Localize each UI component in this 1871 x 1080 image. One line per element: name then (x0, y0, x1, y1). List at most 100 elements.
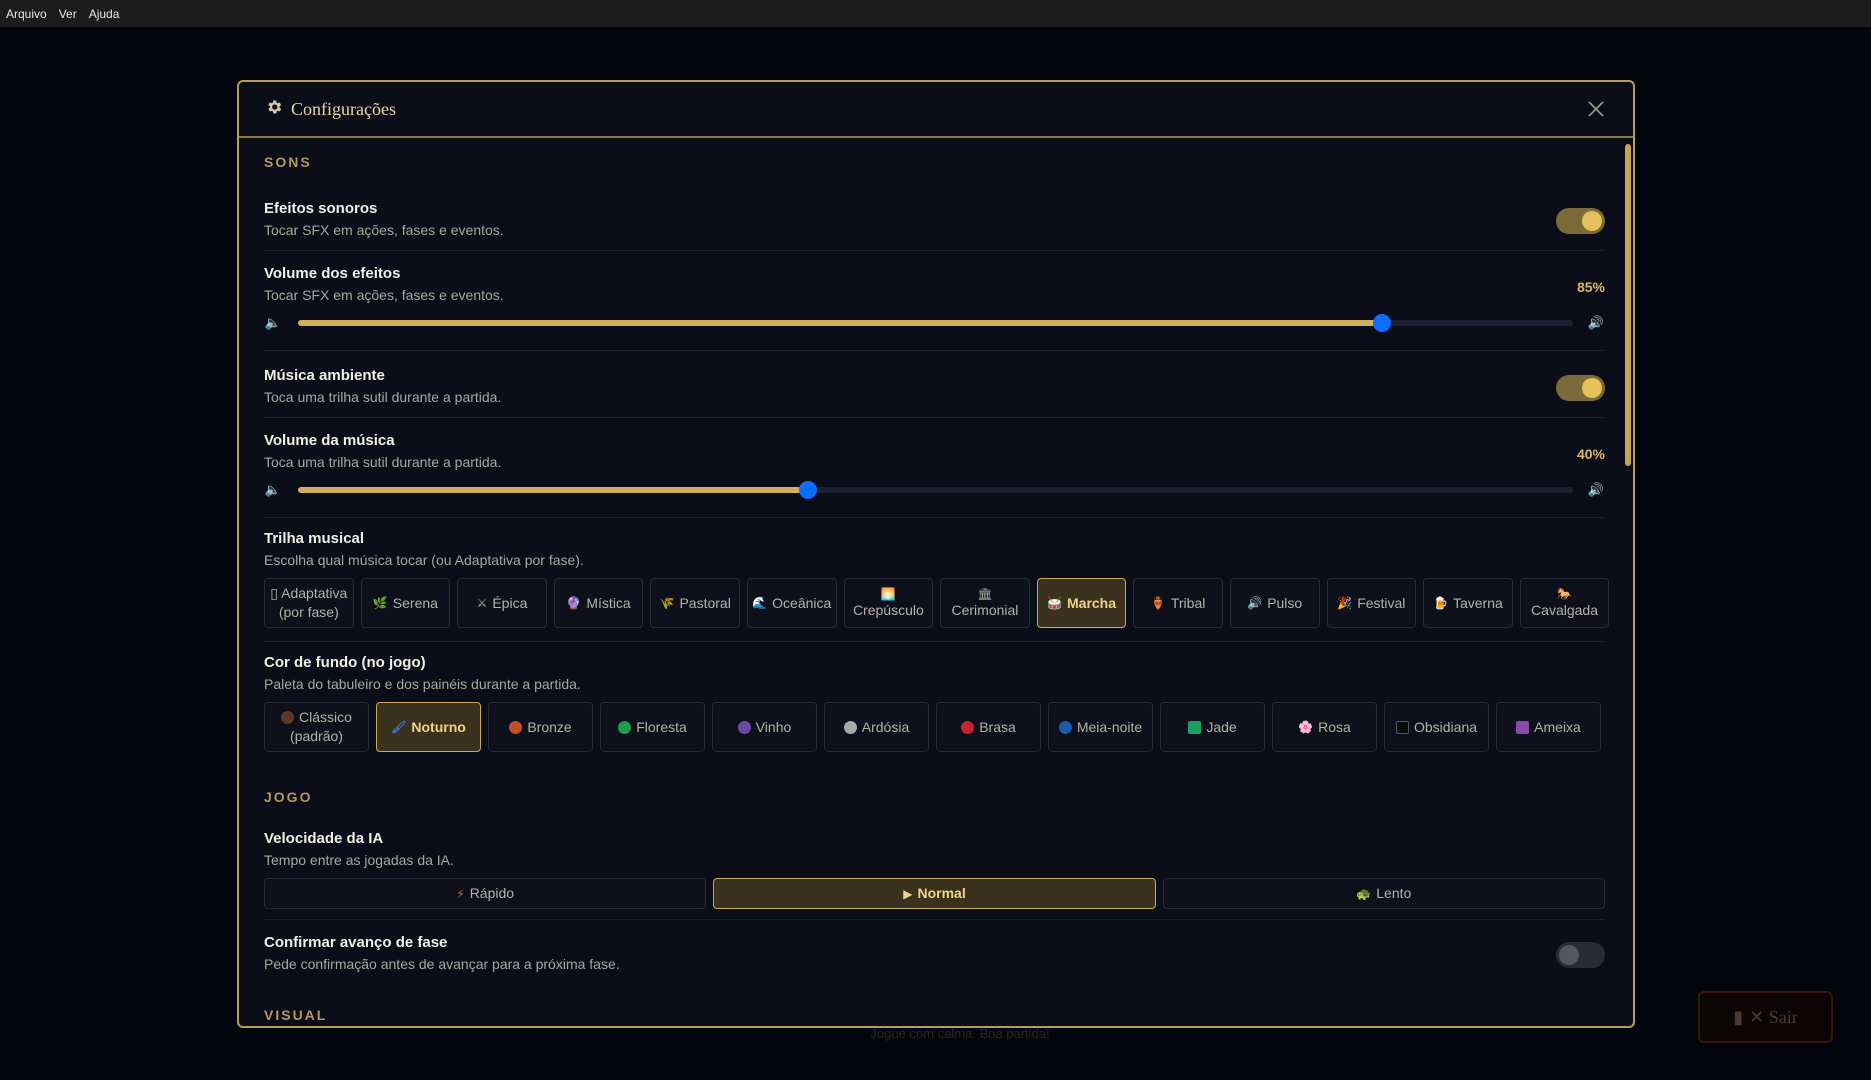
track-icon: 🥁 (1047, 596, 1062, 610)
scrollbar[interactable] (1625, 144, 1631, 466)
music-desc: Toca uma trilha sutil durante a partida. (264, 389, 502, 405)
volume-low-icon: 🔈 (264, 482, 282, 497)
track-icon: 🎉 (1337, 596, 1353, 610)
bg-color-option[interactable]: Brasa (936, 702, 1041, 752)
track-option-label: Festival (1357, 594, 1406, 611)
volume-high-icon: 🔊 (1587, 482, 1605, 497)
section-visual: VISUAL (264, 1007, 328, 1023)
track-icon: ⚔ (476, 596, 488, 610)
track-option[interactable]: 🥁 Marcha (1036, 578, 1127, 628)
bg-color-option[interactable]: 🌸 Rosa (1272, 702, 1377, 752)
bg-color-option-label: Clássico (299, 709, 352, 725)
track-option-label: Serena (392, 594, 438, 611)
bg-color-option[interactable]: Ameixa (1496, 702, 1601, 752)
bg-color-option[interactable]: Ardósia (824, 702, 929, 752)
track-icon: 🏺 (1150, 596, 1166, 610)
settings-scroll-area[interactable]: SONS Efeitos sonoros Tocar SFX em ações,… (239, 140, 1633, 1026)
confirm-phase-toggle[interactable] (1556, 942, 1605, 968)
track-option-label: Mística (586, 594, 631, 611)
color-swatch-icon (1188, 720, 1202, 734)
bg-color-option[interactable]: Meia-noite (1048, 702, 1153, 752)
track-option[interactable]: 🏛 Cerimonial (940, 578, 1030, 628)
exit-button[interactable]: ▮ ✕ Sair (1698, 991, 1833, 1043)
bg-color-option[interactable]: Floresta (600, 702, 705, 752)
track-option[interactable]: 🔊 Pulso (1229, 578, 1320, 628)
ai-speed-option[interactable]: 🐢 Lento (1162, 878, 1605, 909)
track-icon: 🐎 (1557, 586, 1572, 601)
music-volume-desc: Toca uma trilha sutil durante a partida. (264, 454, 502, 470)
track-option-label: Cavalgada (1531, 601, 1598, 618)
track-icon: 🔊 (1247, 596, 1263, 610)
gear-icon (265, 98, 283, 121)
track-option[interactable]: 🐎 Cavalgada (1519, 578, 1610, 628)
color-swatch-icon (618, 720, 632, 734)
track-option[interactable]: 🏺 Tribal (1133, 578, 1223, 628)
track-options: ▯ Adaptativa (por fase) 🌿 Serena ⚔ Épica 🔮 Míst… (264, 578, 1610, 628)
track-option[interactable]: ▯ Adaptativa (por fase) (264, 578, 354, 628)
track-desc: Escolha qual música tocar (ou Adaptativa… (264, 552, 584, 568)
track-option[interactable]: 🌅 Crepúsculo (843, 578, 934, 628)
ai-speed-options: ⚡ Rápido ▶ Normal 🐢 Lento (264, 878, 1605, 909)
ai-speed-option-label: Lento (1376, 885, 1412, 901)
speed-icon: ⚡ (456, 886, 465, 901)
toggle-knob (1582, 211, 1602, 231)
music-toggle[interactable] (1556, 375, 1605, 401)
track-option-label: Pulso (1267, 594, 1303, 611)
flower-icon: 🌸 (1298, 720, 1314, 734)
track-option[interactable]: ⚔ Épica (457, 578, 547, 628)
exit-icon: ▮ (1733, 1006, 1744, 1027)
bg-color-option[interactable]: Jade (1160, 702, 1265, 752)
bg-color-option-sublabel: (padrão) (290, 728, 343, 744)
sfx-row: Efeitos sonoros Tocar SFX em ações, fase… (264, 184, 1605, 251)
bg-color-option[interactable]: Clássico (padrão) (264, 702, 369, 752)
color-swatch-icon (737, 720, 751, 734)
sfx-volume-row: Volume dos efeitos Tocar SFX em ações, f… (264, 251, 1605, 351)
track-option-label: Épica (492, 594, 528, 611)
color-swatch-icon (281, 711, 295, 724)
ai-speed-option-label: Normal (917, 885, 966, 901)
bg-color-option-label: Floresta (636, 718, 687, 735)
track-option[interactable]: 🌾 Pastoral (650, 578, 740, 628)
track-option[interactable]: 🌊 Oceânica (746, 578, 837, 628)
sfx-volume-title: Volume dos efeitos (264, 265, 401, 282)
track-option[interactable]: 🌿 Serena (360, 578, 451, 628)
sfx-toggle[interactable] (1556, 208, 1605, 234)
music-volume-title: Volume da música (264, 432, 395, 449)
bg-color-option[interactable]: Vinho (712, 702, 817, 752)
slider-thumb[interactable] (1372, 314, 1391, 332)
sfx-volume-slider-line: 🔈 🔊 (264, 313, 1605, 333)
bg-color-title: Cor de fundo (no jogo) (264, 654, 426, 671)
menu-ver[interactable]: Ver (59, 7, 77, 21)
bg-color-option[interactable]: Obsidiana (1384, 702, 1489, 752)
music-volume-slider-line: 🔈 🔊 (264, 480, 1605, 500)
close-button[interactable] (1583, 96, 1609, 122)
bg-color-option[interactable]: 🖌 Noturno (376, 702, 481, 752)
ai-speed-option[interactable]: ⚡ Rápido (264, 878, 707, 909)
color-swatch-icon (1395, 720, 1409, 734)
ai-speed-desc: Tempo entre as jogadas da IA. (264, 852, 454, 868)
color-swatch-icon (961, 720, 975, 734)
track-option-label: Pastoral (679, 594, 731, 611)
track-option[interactable]: 🎉 Festival (1326, 578, 1417, 628)
sfx-volume-slider[interactable] (298, 314, 1573, 332)
music-volume-slider[interactable] (298, 481, 1573, 499)
speed-icon: ▶ (903, 886, 913, 901)
track-option[interactable]: 🔮 Mística (553, 578, 644, 628)
volume-low-icon: 🔈 (264, 315, 282, 330)
brush-icon: 🖌 (391, 720, 407, 734)
slider-thumb[interactable] (799, 481, 817, 499)
bg-color-options: Clássico (padrão) 🖌 Noturno Bronze Floresta Vi… (264, 702, 1605, 752)
track-option-label: Marcha (1067, 594, 1117, 611)
menu-bar: Arquivo Ver Ajuda (0, 0, 1871, 27)
modal-header: Configurações (239, 82, 1633, 138)
sfx-desc: Tocar SFX em ações, fases e eventos. (264, 222, 504, 238)
bg-color-option-label: Noturno (411, 718, 466, 735)
bg-color-option[interactable]: Bronze (488, 702, 593, 752)
settings-modal: Configurações SONS Efeitos sonoros Tocar… (237, 80, 1635, 1028)
track-option[interactable]: 🍺 Taverna (1423, 578, 1513, 628)
ai-speed-row: Velocidade da IA Tempo entre as jogadas … (264, 820, 1605, 920)
menu-arquivo[interactable]: Arquivo (6, 7, 47, 21)
menu-ajuda[interactable]: Ajuda (89, 7, 120, 21)
ai-speed-option[interactable]: ▶ Normal (713, 878, 1156, 909)
volume-high-icon: 🔊 (1587, 315, 1605, 330)
